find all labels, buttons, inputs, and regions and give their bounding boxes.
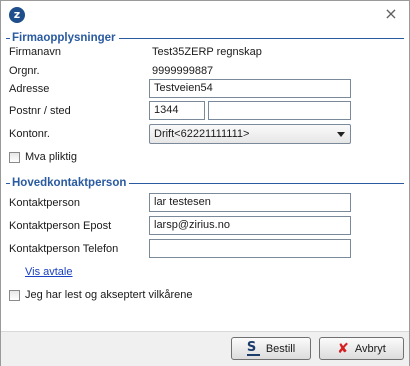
section-divider bbox=[6, 37, 10, 39]
section-header-company: Firmaopplysninger bbox=[6, 31, 404, 45]
account-label: Kontonr. bbox=[9, 128, 50, 140]
section-divider bbox=[6, 182, 10, 184]
terms-checkbox-row[interactable]: Jeg har lest og akseptert vilkårene bbox=[9, 289, 193, 301]
account-select-value: Drift<62221111111> bbox=[154, 128, 250, 140]
postal-label: Postnr / sted bbox=[9, 105, 71, 117]
order-dialog: z × Firmaopplysninger Firmanavn Test35ZE… bbox=[0, 0, 410, 366]
contact-label: Kontaktperson bbox=[9, 197, 80, 209]
address-label: Adresse bbox=[9, 83, 50, 95]
zirius-logo-icon: z bbox=[9, 7, 25, 23]
company-name-label: Firmanavn bbox=[9, 46, 61, 58]
section-title-company: Firmaopplysninger bbox=[12, 32, 116, 44]
agreement-link[interactable]: Vis avtale bbox=[25, 266, 73, 278]
bestill-s-icon: S bbox=[246, 341, 260, 356]
vat-label: Mva pliktig bbox=[25, 151, 77, 163]
contact-field[interactable]: lar testesen bbox=[149, 193, 351, 212]
vat-checkbox[interactable] bbox=[9, 151, 20, 163]
section-divider bbox=[118, 37, 404, 39]
terms-checkbox[interactable] bbox=[9, 289, 20, 301]
cancel-button[interactable]: ✘ Avbryt bbox=[319, 337, 404, 360]
section-header-contact: Hovedkontaktperson bbox=[6, 176, 404, 190]
order-button-label: Bestill bbox=[265, 342, 296, 355]
org-nr-value: 9999999887 bbox=[152, 65, 214, 77]
phone-label: Kontaktperson Telefon bbox=[9, 243, 119, 255]
vat-checkbox-row[interactable]: Mva pliktig bbox=[9, 151, 77, 163]
phone-field[interactable] bbox=[149, 239, 351, 258]
order-button[interactable]: S Bestill bbox=[231, 337, 311, 360]
chevron-down-icon bbox=[337, 132, 345, 137]
account-select[interactable]: Drift<62221111111> bbox=[149, 124, 351, 144]
org-nr-label: Orgnr. bbox=[9, 65, 40, 77]
cancel-x-icon: ✘ bbox=[337, 340, 349, 357]
section-divider bbox=[129, 182, 404, 184]
dialog-footer: S Bestill ✘ Avbryt bbox=[1, 331, 409, 366]
postal-code-field[interactable]: 1344 bbox=[149, 101, 205, 120]
title-bar: z × bbox=[1, 1, 409, 29]
close-icon[interactable]: × bbox=[383, 6, 399, 22]
company-name-value: Test35ZERP regnskap bbox=[152, 46, 262, 58]
email-label: Kontaktperson Epost bbox=[9, 220, 112, 232]
postal-place-field[interactable] bbox=[208, 101, 351, 120]
terms-label: Jeg har lest og akseptert vilkårene bbox=[25, 289, 193, 301]
section-title-contact: Hovedkontaktperson bbox=[12, 177, 127, 189]
address-field[interactable]: Testveien54 bbox=[149, 79, 351, 98]
cancel-button-label: Avbryt bbox=[354, 342, 386, 355]
email-field[interactable]: larsp@zirius.no bbox=[149, 216, 351, 235]
